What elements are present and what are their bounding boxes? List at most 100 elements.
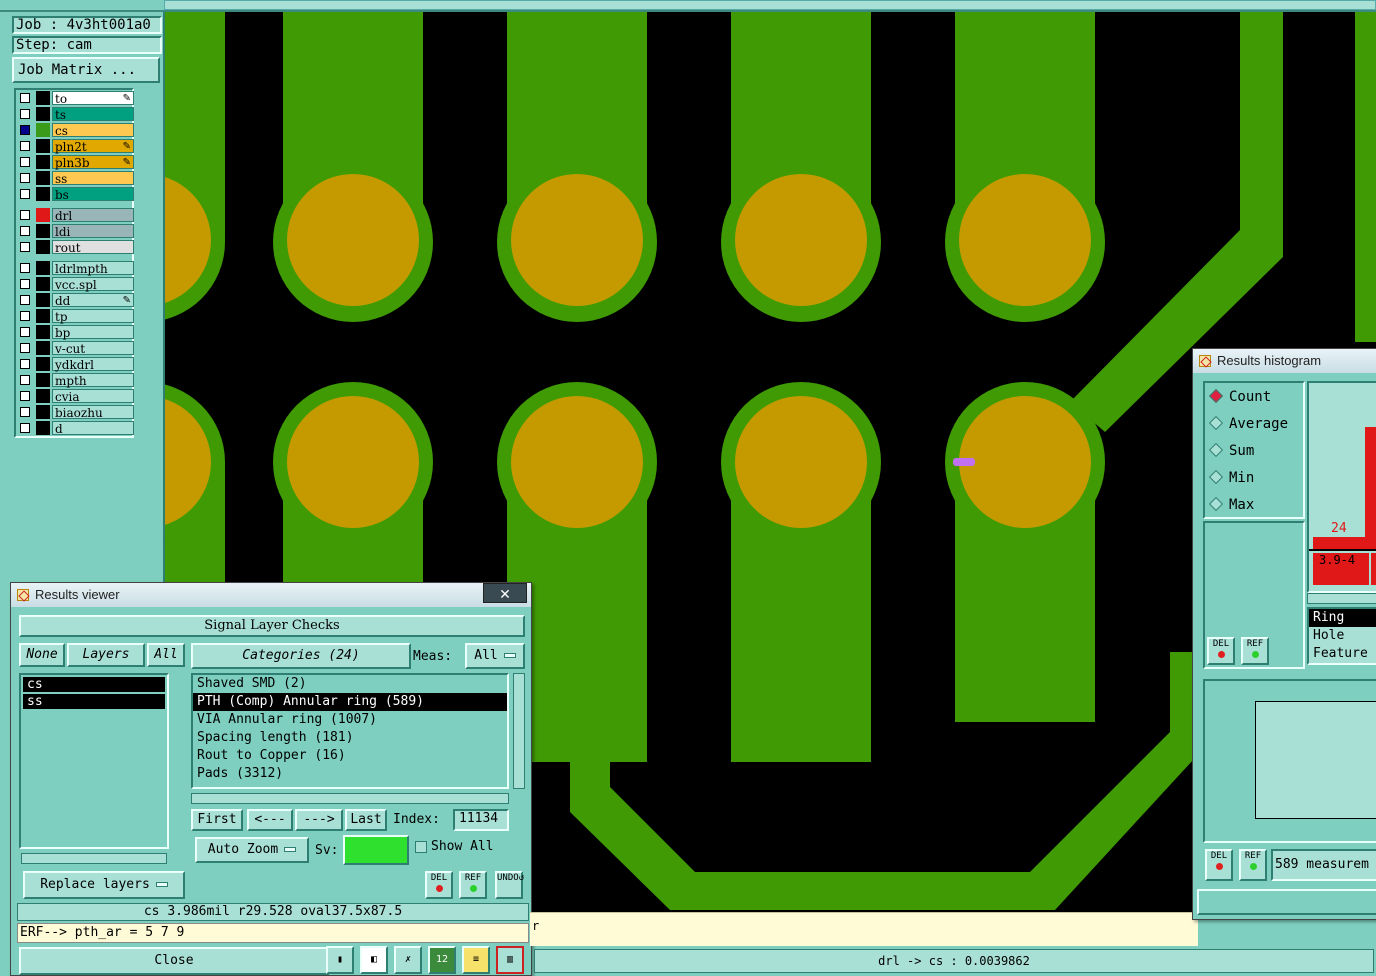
layer-checkbox[interactable] <box>20 125 30 135</box>
layer-name[interactable]: v-cut <box>52 341 134 356</box>
layer-checkbox[interactable] <box>20 407 30 417</box>
layers-button[interactable]: Layers <box>67 643 145 667</box>
layer-checkbox[interactable] <box>20 343 30 353</box>
categories-button[interactable]: Categories (24) <box>191 643 411 669</box>
layer-color-swatch[interactable] <box>36 373 50 387</box>
histogram-option-min[interactable]: Min <box>1208 468 1254 488</box>
all-button[interactable]: All <box>147 643 185 667</box>
layer-list-item[interactable]: cs <box>23 677 165 692</box>
histogram-option-count[interactable]: Count <box>1208 387 1271 407</box>
layer-row[interactable]: to ✎ <box>16 90 134 106</box>
tool-icon-2[interactable]: ◧ <box>360 946 388 974</box>
layer-checkbox[interactable] <box>20 242 30 252</box>
bottom-ref-button[interactable]: REF <box>1239 849 1267 881</box>
histogram-option-max[interactable]: Max <box>1208 495 1254 515</box>
layer-name[interactable]: pln3b ✎ <box>52 155 134 170</box>
layer-row[interactable]: drl <box>16 207 134 223</box>
layer-row[interactable]: mpth <box>16 372 134 388</box>
layer-color-swatch[interactable] <box>36 123 50 137</box>
layer-color-swatch[interactable] <box>36 405 50 419</box>
category-item[interactable]: Pads (3312) <box>193 765 507 783</box>
layer-color-swatch[interactable] <box>36 107 50 121</box>
layer-row[interactable]: ts <box>16 106 134 122</box>
categories-listbox[interactable]: Shaved SMD (2) PTH (Comp) Annular ring (5… <box>191 673 509 789</box>
layer-color-swatch[interactable] <box>36 293 50 307</box>
layer-name[interactable]: dd ✎ <box>52 293 134 308</box>
layer-color-swatch[interactable] <box>36 171 50 185</box>
layer-list-item[interactable]: ss <box>23 694 165 709</box>
layer-checkbox[interactable] <box>20 327 30 337</box>
layer-checkbox[interactable] <box>20 93 30 103</box>
layer-checkbox[interactable] <box>20 295 30 305</box>
category-item[interactable]: PTH (Comp) Annular ring (589) <box>193 693 507 711</box>
replace-layers-dropdown[interactable]: Replace layers <box>23 871 185 899</box>
categories-vscroll[interactable] <box>513 673 525 789</box>
layer-color-swatch[interactable] <box>36 357 50 371</box>
tool-icon-4[interactable]: 12 <box>428 946 456 974</box>
layer-checkbox[interactable] <box>20 375 30 385</box>
layer-name[interactable]: bs <box>52 187 134 202</box>
layer-row[interactable]: d <box>16 420 134 436</box>
tool-icon-5[interactable]: ≡ <box>462 946 490 974</box>
layer-row[interactable]: cs <box>16 122 134 138</box>
layer-color-swatch[interactable] <box>36 341 50 355</box>
layer-name[interactable]: tp <box>52 309 134 324</box>
close-icon[interactable]: ✕ <box>483 583 527 603</box>
del-button[interactable]: DEL <box>425 871 453 899</box>
layer-color-swatch[interactable] <box>36 91 50 105</box>
hist-ref-button[interactable]: REF <box>1241 637 1269 665</box>
layer-name[interactable]: vcc.spl <box>52 277 134 292</box>
layer-name[interactable]: biaozhu <box>52 405 134 420</box>
layer-color-swatch[interactable] <box>36 139 50 153</box>
ref-button[interactable]: REF <box>459 871 487 899</box>
layer-row[interactable]: rout <box>16 239 134 255</box>
meas-dropdown[interactable]: All <box>465 643 525 669</box>
layer-name[interactable]: ts <box>52 107 134 122</box>
layer-checkbox[interactable] <box>20 226 30 236</box>
layer-color-swatch[interactable] <box>36 224 50 238</box>
layer-checkbox[interactable] <box>20 391 30 401</box>
layer-checkbox[interactable] <box>20 279 30 289</box>
category-item[interactable]: VIA Annular ring (1007) <box>193 711 507 729</box>
first-button[interactable]: First <box>191 809 243 831</box>
close-button[interactable]: Close <box>19 947 329 975</box>
sv-color-dropdown[interactable] <box>343 835 409 865</box>
layer-name[interactable]: mpth <box>52 373 134 388</box>
histogram-icon[interactable]: ▥ <box>496 946 524 974</box>
layer-color-swatch[interactable] <box>36 389 50 403</box>
layer-checkbox[interactable] <box>20 141 30 151</box>
layer-row[interactable]: ldrlmpth <box>16 260 134 276</box>
layer-color-swatch[interactable] <box>36 208 50 222</box>
undo-button[interactable]: UNDO↺ <box>495 871 524 899</box>
layer-checkbox[interactable] <box>20 311 30 321</box>
layer-color-swatch[interactable] <box>36 187 50 201</box>
layer-name[interactable]: pln2t ✎ <box>52 139 134 154</box>
bottom-del-button[interactable]: DEL <box>1205 849 1233 881</box>
layer-checkbox[interactable] <box>20 173 30 183</box>
layer-color-swatch[interactable] <box>36 277 50 291</box>
categories-hscroll[interactable] <box>191 793 509 804</box>
layer-row[interactable]: cvia <box>16 388 134 404</box>
layer-checkbox[interactable] <box>20 423 30 433</box>
layer-name[interactable]: drl <box>52 208 134 223</box>
layer-row[interactable]: biaozhu <box>16 404 134 420</box>
layer-name[interactable]: ydkdrl <box>52 357 134 372</box>
layer-color-swatch[interactable] <box>36 240 50 254</box>
layer-row[interactable]: bp <box>16 324 134 340</box>
layer-name[interactable]: rout <box>52 240 134 255</box>
layer-row[interactable]: dd ✎ <box>16 292 134 308</box>
tool-icon-1[interactable]: ▮ <box>326 946 354 974</box>
job-matrix-button[interactable]: Job Matrix ... <box>12 57 160 83</box>
histogram-option-average[interactable]: Average <box>1208 414 1288 434</box>
layer-checkbox[interactable] <box>20 359 30 369</box>
tool-icon-3[interactable]: ✗ <box>394 946 422 974</box>
layer-row[interactable]: ss <box>16 170 134 186</box>
layer-color-swatch[interactable] <box>36 421 50 435</box>
layer-row[interactable]: ldi <box>16 223 134 239</box>
none-button[interactable]: None <box>19 643 65 667</box>
layer-name[interactable]: ldrlmpth <box>52 261 134 276</box>
layers-listbox[interactable]: cs ss <box>19 673 169 849</box>
layer-row[interactable]: pln3b ✎ <box>16 154 134 170</box>
layer-checkbox[interactable] <box>20 263 30 273</box>
layer-name[interactable]: ldi <box>52 224 134 239</box>
